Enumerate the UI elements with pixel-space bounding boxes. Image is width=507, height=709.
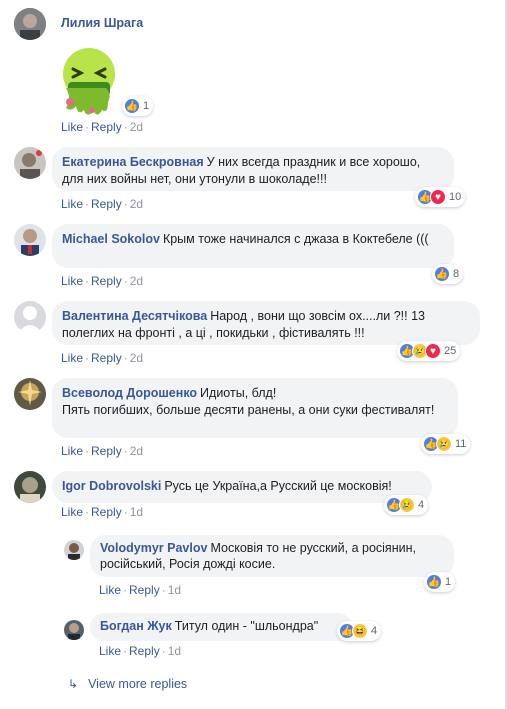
- like-link[interactable]: Like: [61, 505, 83, 519]
- like-link[interactable]: Like: [61, 274, 83, 288]
- reply-link[interactable]: Reply: [91, 505, 122, 519]
- avatar[interactable]: [14, 224, 46, 256]
- like-link[interactable]: Like: [61, 120, 83, 134]
- avatar[interactable]: [14, 301, 46, 333]
- timestamp[interactable]: 2d: [130, 120, 143, 134]
- like-link[interactable]: Like: [61, 351, 83, 365]
- avatar[interactable]: [64, 540, 84, 560]
- love-reaction-icon: ♥: [430, 189, 446, 205]
- like-link[interactable]: Like: [61, 444, 83, 458]
- like-reaction-icon: 👍: [434, 266, 450, 282]
- avatar[interactable]: [14, 471, 46, 503]
- view-more-label[interactable]: View more replies: [88, 677, 187, 691]
- reply-link[interactable]: Reply: [129, 644, 160, 658]
- reaction-summary[interactable]: 👍 😆 4: [337, 621, 382, 641]
- like-reaction-icon: 👍: [426, 574, 442, 590]
- love-reaction-icon: ♥: [425, 343, 441, 359]
- comment-bubble: Igor Dobrovolski Русь це Україна,а Русски…: [52, 471, 432, 503]
- reaction-summary[interactable]: 👍 ♥ 10: [415, 187, 466, 207]
- comment-actions: Like · Reply · 2d: [61, 351, 144, 365]
- timestamp[interactable]: 1d: [130, 505, 143, 519]
- reply-arrow-icon: ↳: [68, 677, 79, 691]
- timestamp[interactable]: 1d: [168, 583, 181, 597]
- comment-actions: Like · Reply · 2d: [61, 444, 144, 458]
- reaction-summary[interactable]: 👍 😢 11: [421, 434, 471, 454]
- avatar[interactable]: [14, 147, 46, 179]
- comment-bubble: Екатерина Бескровная У них всегда праздни…: [52, 147, 454, 191]
- like-link[interactable]: Like: [61, 197, 83, 211]
- comment-bubble: Michael Sokolov Крым тоже начинался с джа…: [52, 224, 454, 268]
- avatar[interactable]: [14, 378, 46, 410]
- reply-link[interactable]: Reply: [91, 120, 122, 134]
- reply-link[interactable]: Reply: [91, 274, 122, 288]
- comment-bubble: Всеволод Дорошенко Идиоты, блд! Пять поги…: [52, 378, 458, 438]
- comment-author[interactable]: Michael Sokolov: [62, 232, 160, 246]
- comment-author[interactable]: Валентина Десятчікова: [62, 309, 207, 323]
- like-link[interactable]: Like: [99, 583, 121, 597]
- timestamp[interactable]: 1d: [168, 644, 181, 658]
- comment-text: Идиоты, блд!: [200, 386, 277, 400]
- timestamp[interactable]: 2d: [130, 197, 143, 211]
- timestamp[interactable]: 2d: [130, 274, 143, 288]
- comment-actions: Like · Reply · 2d: [61, 197, 144, 211]
- reply-link[interactable]: Reply: [91, 444, 122, 458]
- reaction-summary[interactable]: 👍 😢 ♥ 25: [397, 341, 461, 361]
- reply-link[interactable]: Reply: [91, 351, 122, 365]
- comment-text: Русь це Україна,а Русский це московія!: [164, 479, 392, 493]
- comment-author[interactable]: Igor Dobrovolski: [62, 479, 161, 493]
- comment-actions: Like · Reply · 1d: [99, 644, 182, 658]
- comment-actions: Like · Reply · 2d: [61, 274, 144, 288]
- like-link[interactable]: Like: [99, 644, 121, 658]
- reaction-summary[interactable]: 👍 8: [432, 264, 464, 284]
- comment-actions: Like · Reply · 1d: [99, 583, 182, 597]
- reply-link[interactable]: Reply: [91, 197, 122, 211]
- avatar[interactable]: [14, 8, 46, 40]
- comment-actions: Like · Reply · 2d: [61, 120, 144, 134]
- sad-reaction-icon: 😢: [399, 497, 415, 513]
- sad-reaction-icon: 😢: [436, 436, 452, 452]
- comment-author[interactable]: Лилия Шрага: [61, 16, 146, 30]
- comment-bubble: Валентина Десятчікова Народ , вони що зов…: [52, 301, 480, 345]
- comment-text: Крым тоже начинался с джаза в Коктебеле …: [162, 232, 429, 246]
- comment-author[interactable]: Екатерина Бескровная: [62, 155, 204, 169]
- comment-bubble: Volodymyr Pavlov Московія то не русский, …: [90, 535, 454, 577]
- reaction-summary[interactable]: 👍 1: [122, 96, 154, 116]
- comment-text: Титул один - "шльондра": [174, 619, 319, 633]
- reaction-summary[interactable]: 👍 😢 4: [384, 495, 429, 515]
- comment-actions: Like · Reply · 1d: [61, 505, 144, 519]
- haha-reaction-icon: 😆: [352, 623, 368, 639]
- sick-emoji-sticker: [56, 44, 122, 118]
- avatar[interactable]: [64, 620, 84, 640]
- reaction-summary[interactable]: 👍 1: [424, 572, 456, 592]
- timestamp[interactable]: 2d: [130, 351, 143, 365]
- reply-link[interactable]: Reply: [129, 583, 160, 597]
- like-reaction-icon: 👍: [124, 98, 140, 114]
- comment-author[interactable]: Всеволод Дорошенко: [62, 386, 197, 400]
- timestamp[interactable]: 2d: [130, 444, 143, 458]
- view-more-replies-link[interactable]: ↳ View more replies: [68, 677, 187, 691]
- comment-text: Пять погибших, больше десяти ранены, а о…: [62, 403, 435, 417]
- comment-author[interactable]: Богдан Жук: [100, 619, 172, 633]
- comment-bubble: Богдан Жук Титул один - "шльондра": [90, 613, 352, 641]
- comment-author[interactable]: Volodymyr Pavlov: [100, 541, 207, 555]
